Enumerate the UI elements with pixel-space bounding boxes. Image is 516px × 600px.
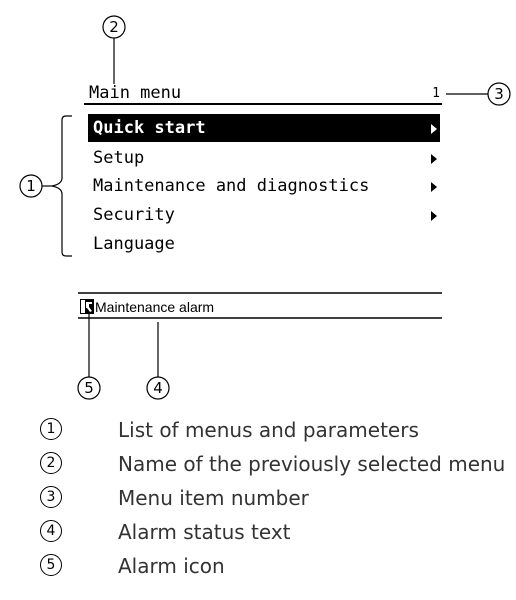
menu-item-label: Maintenance and diagnostics <box>93 176 370 196</box>
menu-title: Main menu <box>89 83 182 103</box>
legend-number: 4 <box>40 520 62 542</box>
submenu-arrow-icon <box>431 154 437 164</box>
menu-item-label: Quick start <box>93 118 206 138</box>
menu-item-quick-start[interactable]: Quick start <box>88 114 440 142</box>
callout-4-number: 4 <box>153 379 163 397</box>
menu-item-label: Security <box>93 205 175 225</box>
callout-3-number: 3 <box>494 85 504 103</box>
legend-text: Menu item number <box>118 486 309 510</box>
submenu-arrow-icon <box>431 182 437 192</box>
menu-item-security[interactable]: Security <box>88 201 440 229</box>
legend-text: Alarm status text <box>118 520 291 544</box>
menu-item-number: 1 <box>432 86 440 101</box>
callout-1-number: 1 <box>26 177 36 195</box>
legend-number: 1 <box>40 418 62 440</box>
menu-item-setup[interactable]: Setup <box>88 144 440 172</box>
legend-text: Alarm icon <box>118 554 225 578</box>
menu-header: Main menu 1 <box>88 82 440 104</box>
menu-item-maintenance-and-diagnostics[interactable]: Maintenance and diagnostics <box>88 172 440 200</box>
legend-number: 2 <box>40 452 62 474</box>
submenu-arrow-icon <box>431 124 437 134</box>
callout-2-number: 2 <box>109 18 119 36</box>
menu-item-language[interactable]: Language <box>88 230 440 258</box>
menu-item-label: Language <box>93 234 175 254</box>
legend-text: List of menus and parameters <box>118 418 419 442</box>
menu-item-label: Setup <box>93 148 145 168</box>
maintenance-alarm-icon <box>80 299 94 314</box>
legend-number: 5 <box>40 554 62 576</box>
callout-1-bracket <box>51 115 72 257</box>
legend-number: 3 <box>40 486 62 508</box>
legend-text: Name of the previously selected menu <box>118 452 506 476</box>
submenu-arrow-icon <box>431 211 437 221</box>
callout-5-number: 5 <box>84 379 94 397</box>
alarm-status-text: Maintenance alarm <box>95 299 215 315</box>
